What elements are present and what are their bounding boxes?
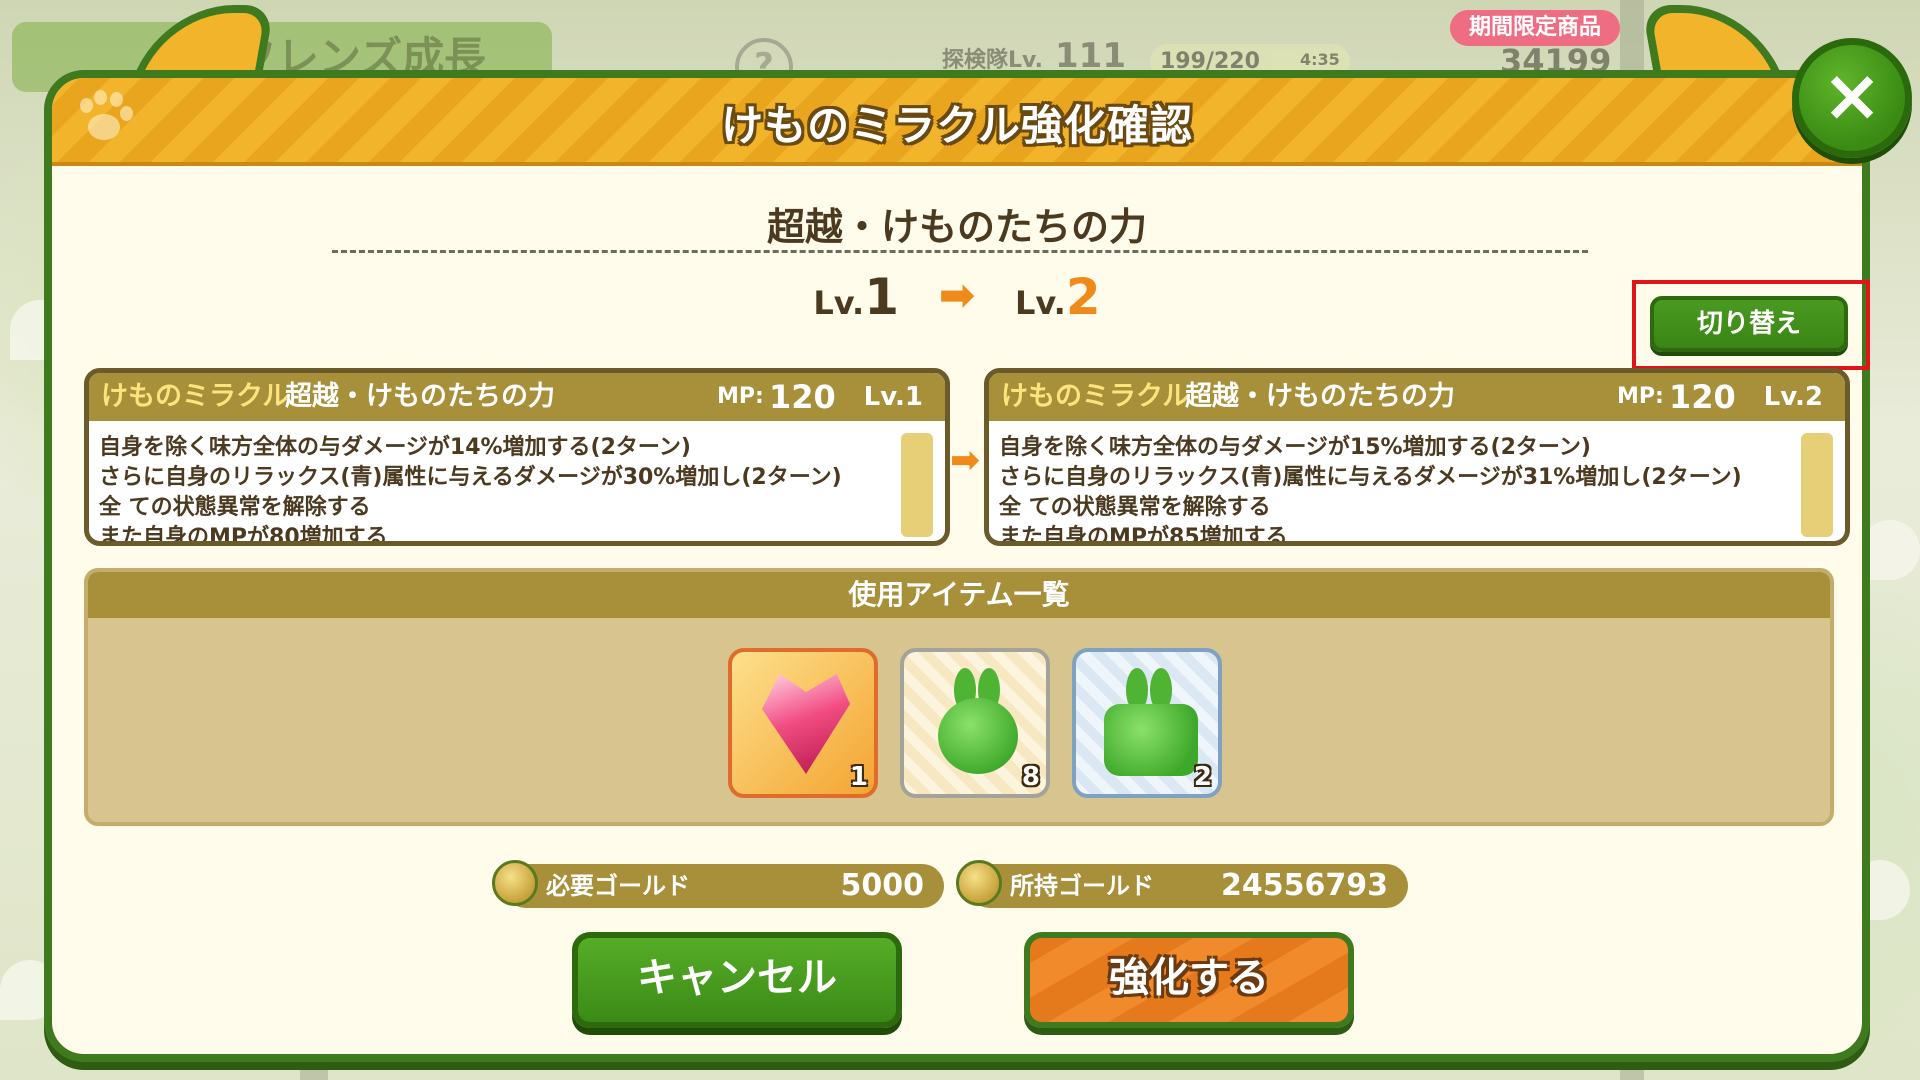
item-count: 1 (849, 762, 868, 792)
level-to: 2 (1065, 268, 1101, 326)
limited-shop-badge: 期間限定商品 (1450, 10, 1620, 46)
mp-value: 120 (1669, 378, 1736, 416)
level-prefix: Lv. (813, 284, 865, 322)
dialog-header: けものミラクル強化確認 (52, 78, 1862, 166)
skill-description[interactable]: 自身を除く味方全体の与ダメージが14%増加する(2ターン) さらに自身のリラック… (99, 433, 909, 545)
description-line: 全 ての状態異常を解除する (99, 495, 371, 520)
green-bunny-seed-icon (938, 698, 1018, 774)
description-line: また自身のMPが85増加する (999, 525, 1288, 545)
description-line: さらに自身のリラックス(青)属性に与えるダメージが30%増加し(2ターン) (99, 465, 842, 490)
cancel-button[interactable]: キャンセル (572, 932, 902, 1028)
description-line: さらに自身のリラックス(青)属性に与えるダメージが31%増加し(2ターン) (999, 465, 1742, 490)
gold-coin-icon (956, 860, 1002, 906)
item-slot[interactable]: 2 (1072, 648, 1222, 798)
scrollbar[interactable] (901, 433, 933, 537)
required-items-panel: 使用アイテム一覧 1 8 2 (84, 568, 1834, 826)
skill-name: 超越・けものたちの力 (766, 205, 1147, 249)
scrollbar[interactable] (1801, 433, 1833, 537)
arrow-right-icon: ➡ (950, 440, 981, 481)
owned-gold-value: 24556793 (1221, 868, 1388, 903)
card-level: Lv.2 (1763, 382, 1823, 412)
owned-gold-label: 所持ゴールド (1010, 872, 1154, 900)
level-change: Lv.1 ➡ Lv.2 (52, 268, 1862, 326)
required-gold: 必要ゴールド 5000 (492, 860, 944, 908)
required-gold-value: 5000 (840, 868, 925, 903)
mp-value: 120 (769, 378, 836, 416)
skill-type: けものミラクル (1001, 381, 1190, 412)
level-prefix: Lv. (1015, 284, 1066, 322)
card-level: Lv.1 (863, 382, 923, 412)
gold-coin-icon (492, 860, 538, 906)
skill-card-before: けものミラクル 超越・けものたちの力 MP: 120 Lv.1 自身を除く味方全… (84, 368, 950, 546)
description-line: 全 ての状態異常を解除する (999, 495, 1271, 520)
arrow-right-icon: ➡ (938, 270, 976, 321)
skill-card-after: けものミラクル 超越・けものたちの力 MP: 120 Lv.2 自身を除く味方全… (984, 368, 1850, 546)
description-line: 自身を除く味方全体の与ダメージが14%増加する(2ターン) (99, 435, 691, 460)
enhance-button[interactable]: 強化する (1024, 932, 1354, 1028)
owned-gold: 所持ゴールド 24556793 (956, 860, 1408, 908)
close-button[interactable]: × (1792, 38, 1912, 158)
enhance-confirm-dialog: けものミラクル強化確認 超越・けものたちの力 Lv.1 ➡ Lv.2 切り替え … (44, 70, 1870, 1062)
skill-type: けものミラクル (101, 381, 290, 412)
item-slot[interactable]: 1 (728, 648, 878, 798)
stamina-timer: 4:35 (1300, 50, 1340, 69)
item-count: 8 (1021, 762, 1040, 792)
item-count: 2 (1193, 762, 1212, 792)
required-gold-label: 必要ゴールド (546, 872, 690, 900)
item-slot[interactable]: 8 (900, 648, 1050, 798)
items-heading: 使用アイテム一覧 (88, 572, 1830, 618)
description-line: 自身を除く味方全体の与ダメージが15%増加する(2ターン) (999, 435, 1591, 460)
green-bunny-block-icon (1104, 704, 1198, 776)
card-header: けものミラクル 超越・けものたちの力 MP: 120 Lv.2 (989, 373, 1845, 421)
mp-label: MP: (717, 384, 764, 409)
card-header: けものミラクル 超越・けものたちの力 MP: 120 Lv.1 (89, 373, 945, 421)
skill-description[interactable]: 自身を除く味方全体の与ダメージが15%増加する(2ターン) さらに自身のリラック… (999, 433, 1809, 545)
dialog-title: けものミラクル強化確認 (721, 101, 1193, 150)
level-from: 1 (864, 268, 899, 326)
card-skill-name: 超越・けものたちの力 (1185, 381, 1455, 412)
mp-label: MP: (1617, 384, 1664, 409)
description-line: また自身のMPが80増加する (99, 525, 388, 545)
card-skill-name: 超越・けものたちの力 (285, 381, 555, 412)
switch-button[interactable]: 切り替え (1650, 296, 1848, 352)
red-crystal-icon (762, 674, 850, 774)
divider (332, 250, 1588, 253)
